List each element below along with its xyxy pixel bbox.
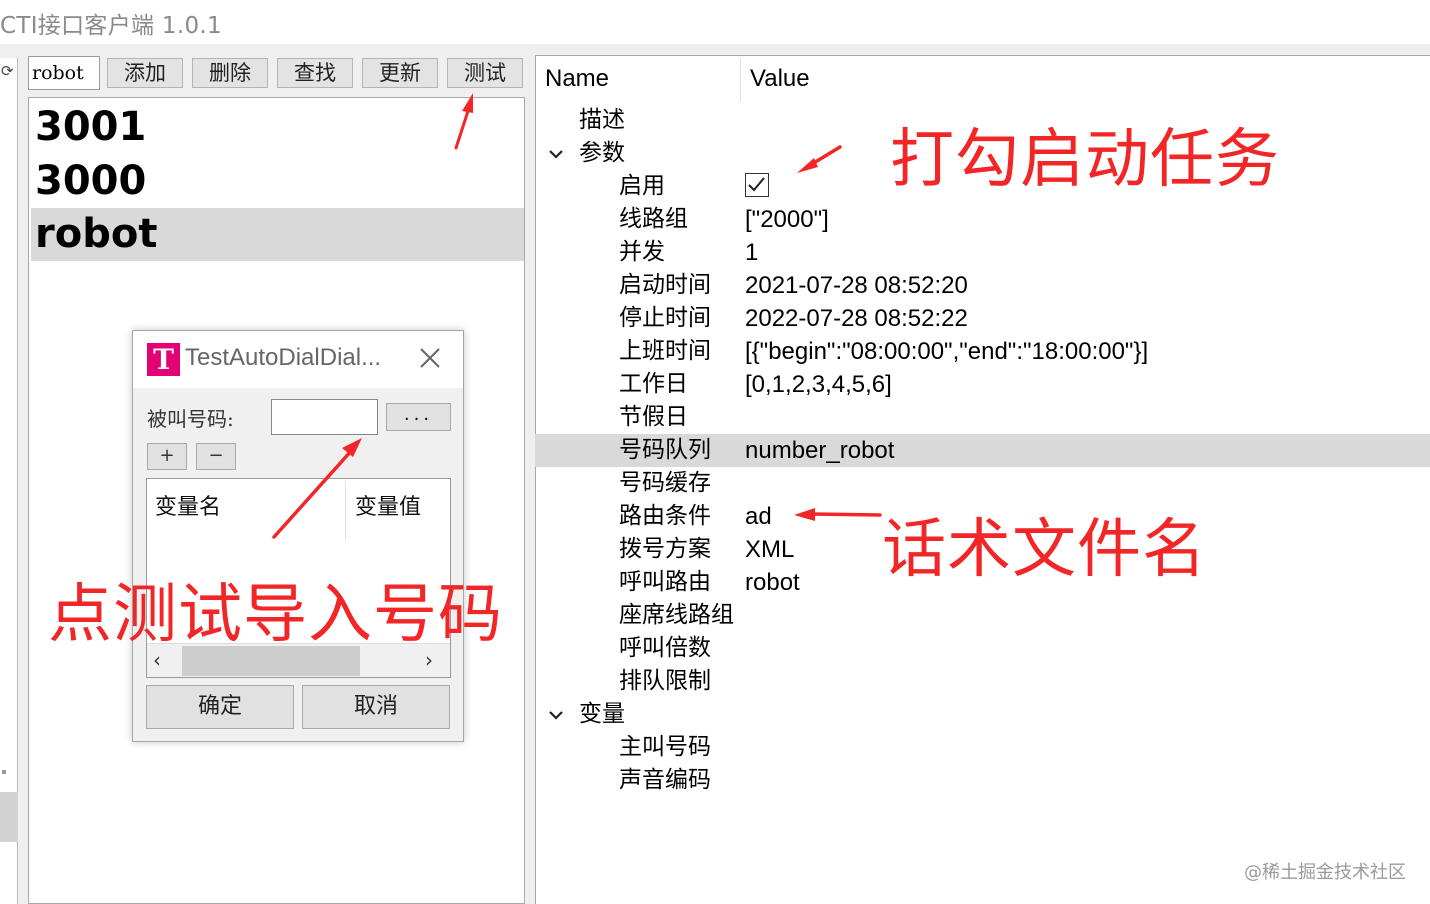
row-name: 主叫号码: [619, 734, 711, 760]
row-name: 声音编码: [619, 767, 711, 793]
row-value[interactable]: robot: [745, 566, 800, 599]
tree-row-queue-limit[interactable]: 排队限制: [535, 665, 1430, 698]
variable-value-header[interactable]: 变量值: [355, 489, 421, 521]
close-icon[interactable]: [417, 345, 443, 371]
dialog-title: TestAutoDialDial...: [185, 344, 382, 371]
row-name: 启动时间: [619, 272, 711, 298]
row-value[interactable]: 2022-07-28 08:52:22: [745, 302, 968, 335]
row-name: 工作日: [619, 371, 688, 397]
row-name: 路由条件: [619, 503, 711, 529]
row-name: 线路组: [619, 206, 688, 232]
annotation-script-filename: 话术文件名: [882, 513, 1207, 587]
test-button[interactable]: 测试: [447, 58, 523, 88]
column-divider[interactable]: [345, 481, 346, 539]
watermark: @稀土掘金技术社区: [1244, 862, 1406, 883]
row-value[interactable]: ad: [745, 500, 772, 533]
row-value[interactable]: 2021-07-28 08:52:20: [745, 269, 968, 302]
tree-row-variables[interactable]: 变量: [535, 698, 1430, 731]
app-logo-icon: T: [147, 343, 180, 376]
chevron-down-icon[interactable]: [547, 145, 565, 163]
enabled-checkbox[interactable]: [745, 173, 769, 197]
row-value[interactable]: [{"begin":"08:00:00","end":"18:00:00"}]: [745, 335, 1148, 368]
delete-button[interactable]: 删除: [192, 58, 268, 88]
tree-row-stop-time[interactable]: 停止时间 2022-07-28 08:52:22: [535, 302, 1430, 335]
annotation-click-test-import: 点测试导入号码: [48, 578, 503, 652]
value-column-header[interactable]: Value: [750, 65, 810, 93]
row-name: 号码队列: [619, 437, 711, 463]
tree-row-audio-codec[interactable]: 声音编码: [535, 764, 1430, 797]
variable-name-header[interactable]: 变量名: [155, 489, 221, 521]
add-variable-button[interactable]: +: [147, 443, 187, 470]
tree-row-holidays[interactable]: 节假日: [535, 401, 1430, 434]
tree-row-call-multiplier[interactable]: 呼叫倍数: [535, 632, 1430, 665]
annotation-check-to-start: 打勾启动任务: [890, 123, 1280, 197]
tree-row-start-time[interactable]: 启动时间 2021-07-28 08:52:20: [535, 269, 1430, 302]
row-value[interactable]: ["2000"]: [745, 203, 829, 236]
tree-row-workdays[interactable]: 工作日 [0,1,2,3,4,5,6]: [535, 368, 1430, 401]
row-value[interactable]: number_robot: [745, 434, 894, 467]
chevron-down-icon[interactable]: [547, 706, 565, 724]
row-name: 拨号方案: [619, 536, 711, 562]
list-item-selected[interactable]: robot: [31, 208, 524, 261]
row-name: 上班时间: [619, 338, 711, 364]
list-item[interactable]: 3000: [31, 155, 524, 208]
header-divider: [740, 58, 741, 102]
ok-button[interactable]: 确定: [146, 685, 294, 729]
tree-row-work-hours[interactable]: 上班时间 [{"begin":"08:00:00","end":"18:00:0…: [535, 335, 1430, 368]
row-name: 启用: [619, 173, 665, 199]
tree-row-line-group[interactable]: 线路组 ["2000"]: [535, 203, 1430, 236]
callee-number-label: 被叫号码:: [147, 407, 234, 431]
remove-variable-button[interactable]: −: [196, 443, 236, 470]
refresh-icon[interactable]: ⟳: [1, 62, 14, 80]
row-name: 描述: [579, 107, 625, 133]
row-name: 变量: [579, 701, 625, 727]
find-button[interactable]: 查找: [277, 58, 353, 88]
left-collapsed-panel[interactable]: [0, 58, 18, 904]
row-name: 座席线路组: [619, 602, 734, 628]
tree-row-number-queue[interactable]: 号码队列 number_robot: [535, 434, 1430, 467]
tree-row-concurrency[interactable]: 并发 1: [535, 236, 1430, 269]
row-name: 排队限制: [619, 668, 711, 694]
tree-row-agent-line-group[interactable]: 座席线路组: [535, 599, 1430, 632]
row-name: 参数: [579, 140, 625, 166]
row-name: 并发: [619, 239, 665, 265]
test-auto-dial-dialog[interactable]: T TestAutoDialDial... 被叫号码: ... + − 变量名 …: [132, 330, 464, 742]
checkmark-icon: [748, 177, 765, 192]
update-button[interactable]: 更新: [362, 58, 438, 88]
list-item[interactable]: 3001: [31, 101, 524, 154]
window-title: CTI接口客户端 1.0.1: [0, 13, 222, 39]
row-name: 号码缓存: [619, 470, 711, 496]
tree-row-number-cache[interactable]: 号码缓存: [535, 467, 1430, 500]
row-value[interactable]: 1: [745, 236, 758, 269]
dialog-titlebar[interactable]: T TestAutoDialDial...: [133, 331, 463, 388]
add-button[interactable]: 添加: [107, 58, 183, 88]
panel-marker: [2, 770, 6, 774]
panel-selected-item[interactable]: [0, 792, 18, 842]
row-name: 节假日: [619, 404, 688, 430]
search-input[interactable]: robot: [28, 56, 100, 90]
browse-button[interactable]: ...: [386, 403, 451, 431]
cancel-button[interactable]: 取消: [302, 685, 450, 729]
name-column-header[interactable]: Name: [545, 65, 609, 93]
callee-number-input[interactable]: [271, 399, 378, 435]
row-value[interactable]: XML: [745, 533, 794, 566]
row-name: 呼叫路由: [619, 569, 711, 595]
row-name: 停止时间: [619, 305, 711, 331]
tree-row-caller-number[interactable]: 主叫号码: [535, 731, 1430, 764]
row-name: 呼叫倍数: [619, 635, 711, 661]
row-value[interactable]: [0,1,2,3,4,5,6]: [745, 368, 892, 401]
